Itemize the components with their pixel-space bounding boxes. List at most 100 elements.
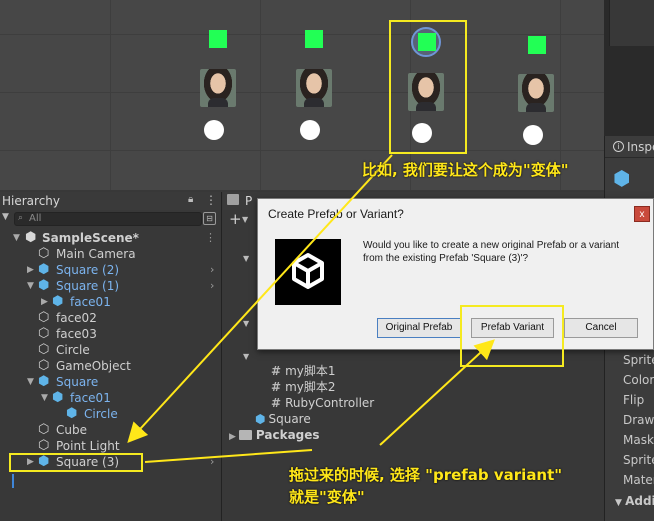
project-tab-label: P [245, 194, 253, 208]
kebab-menu-icon[interactable]: ⋮ [205, 193, 217, 207]
lock-icon[interactable]: 🔒︎ [188, 194, 193, 205]
inspector-component[interactable]: Mater [623, 473, 654, 487]
scene-circle-object[interactable] [523, 125, 543, 145]
prefab-icon: ⬢ [52, 390, 64, 405]
hierarchy-item-label: Point Light [56, 439, 120, 453]
chevron-down-icon[interactable]: ▼ [27, 374, 34, 390]
hierarchy-item-label: Square (2) [56, 263, 120, 277]
hierarchy-item-label: face02 [56, 311, 97, 325]
hierarchy-item[interactable]: ⬡ Point Light [0, 438, 222, 454]
gameobject-icon: ⬡ [38, 438, 50, 453]
hierarchy-item[interactable]: ⬡ Main Camera [0, 246, 222, 262]
project-item-label: RubyController [285, 396, 375, 410]
chevron-down-icon[interactable]: ▼ [41, 390, 48, 406]
inspector-component[interactable]: Color [623, 373, 654, 387]
side-panel-top [609, 0, 654, 46]
selection-marker [12, 474, 14, 488]
project-item-packages[interactable]: ▶ Packages [229, 427, 320, 443]
hierarchy-item[interactable]: ⬡ face03 [0, 326, 222, 342]
project-item-label: my脚本1 [285, 364, 336, 378]
original-prefab-button[interactable]: Original Prefab [377, 318, 461, 338]
script-icon: # [271, 396, 282, 410]
inspector-component[interactable]: Mask [623, 433, 654, 447]
scene-square-object[interactable] [305, 30, 323, 48]
chevron-down-icon: ▼ [243, 352, 250, 361]
inspector-component[interactable]: ▼ Addit [615, 494, 654, 508]
project-item[interactable]: # my脚本2 [271, 379, 336, 395]
search-input[interactable]: All [14, 212, 202, 226]
project-item[interactable]: ⬢ Square [255, 411, 311, 427]
gameobject-icon: ⬡ [38, 326, 50, 341]
scene-square-object[interactable] [528, 36, 546, 54]
hierarchy-item[interactable]: ⬡ face02 [0, 310, 222, 326]
chevron-down-icon[interactable]: ▼ [27, 278, 34, 294]
hierarchy-item[interactable]: ⬡ GameObject [0, 358, 222, 374]
grid-line [0, 150, 604, 151]
scene-circle-object[interactable] [204, 120, 224, 140]
prefab-icon: ⬢ [255, 412, 266, 426]
annotation-top: 比如, 我们要让这个成为"变体" [362, 161, 569, 179]
hierarchy-item[interactable]: ⬡ Circle [0, 342, 222, 358]
tab-inspector[interactable]: i Inspe [605, 136, 654, 158]
project-item-label: Packages [255, 428, 320, 442]
chevron-down-icon[interactable]: ▼ [2, 212, 9, 222]
hierarchy-item[interactable]: ▶ ⬢ face01 [0, 294, 222, 310]
inspector-component[interactable]: Sprite [623, 453, 654, 467]
hierarchy-item[interactable]: ▼ ⬢ face01 [0, 390, 222, 406]
gameobject-icon: ⬡ [38, 342, 50, 357]
chevron-down-icon: ▼ [243, 254, 250, 263]
chevron-right-icon[interactable]: ▶ [41, 294, 48, 310]
chevron-right-icon[interactable]: › [210, 262, 214, 278]
highlight-box-hierarchy [9, 453, 143, 472]
gameobject-icon: ⬡ [38, 246, 50, 261]
scene-square-object[interactable] [209, 30, 227, 48]
chevron-right-icon[interactable]: › [210, 278, 214, 294]
hierarchy-item-label: Square (1) [56, 279, 120, 293]
hierarchy-item-label: Circle [84, 407, 118, 421]
scene-face-sprite[interactable] [296, 69, 332, 107]
inspector-component[interactable]: Flip [623, 393, 644, 407]
scene-circle-object[interactable] [300, 120, 320, 140]
project-item-label: Square [268, 412, 311, 426]
hierarchy-item[interactable]: ⬢ Circle [0, 406, 222, 422]
hierarchy-item-label: face01 [70, 295, 111, 309]
prefab-icon: ⬢ [38, 374, 50, 389]
chevron-right-icon[interactable]: ▶ [27, 262, 34, 278]
annotation-bottom-line: 就是"变体" [289, 488, 365, 506]
chevron-right-icon[interactable]: ▶ [229, 432, 236, 442]
scene-visibility-icon[interactable]: ⊟ [203, 212, 216, 225]
chevron-down-icon[interactable]: ▼ [13, 230, 20, 246]
add-icon[interactable]: + [229, 210, 242, 228]
close-button[interactable]: x [634, 206, 650, 222]
gameobject-icon: ⬡ [38, 310, 50, 325]
hierarchy-item[interactable]: ▶ ⬢ Square (2) › [0, 262, 222, 278]
unity-logo-icon [275, 239, 341, 305]
kebab-menu-icon[interactable]: ⋮ [205, 230, 216, 246]
prefab-icon: ⬢ [38, 278, 50, 293]
scene-face-sprite[interactable] [518, 74, 554, 112]
hierarchy-item[interactable]: ⬡ Cube [0, 422, 222, 438]
hierarchy-item[interactable]: ▼ ⬢ Square (1) › [0, 278, 222, 294]
inspector-component[interactable]: Draw [623, 413, 654, 427]
annotation-bottom: 拖过来的时候, 选择 "prefab variant" 就是"变体" [289, 464, 562, 508]
script-icon: # [271, 380, 282, 394]
project-item[interactable]: # RubyController [271, 395, 374, 411]
hierarchy-item-label: Circle [56, 343, 90, 357]
tab-hierarchy[interactable]: Hierarchy 🔒︎ ⋮ [0, 192, 221, 210]
scene-face-sprite[interactable] [200, 69, 236, 107]
hierarchy-item-label: SampleScene* [42, 231, 139, 245]
cancel-button[interactable]: Cancel [564, 318, 638, 338]
chevron-down-icon[interactable]: ▼ [242, 215, 248, 224]
grid-line [260, 0, 261, 190]
project-item[interactable]: # my脚本1 [271, 363, 336, 379]
hierarchy-panel: Hierarchy 🔒︎ ⋮ ▼ All ⌕ ⊟ ▼ ⬢ SampleScene… [0, 192, 222, 521]
search-icon: ⌕ [18, 213, 24, 223]
dialog-body: Would you like to create a new original … [259, 229, 652, 349]
hierarchy-item[interactable]: ▼ ⬢ Square [0, 374, 222, 390]
hierarchy-item-label: Square [56, 375, 99, 389]
inspector-component[interactable]: Sprite [623, 353, 654, 367]
unity-scene-icon: ⬢ [25, 230, 37, 245]
chevron-right-icon[interactable]: › [210, 454, 214, 470]
hierarchy-item-scene[interactable]: ▼ ⬢ SampleScene* ⋮ [0, 230, 222, 246]
chevron-down-icon: ▼ [243, 319, 250, 328]
